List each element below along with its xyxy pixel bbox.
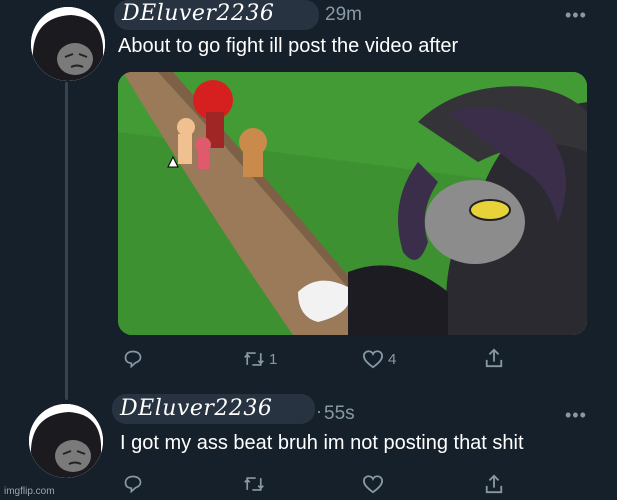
retweet-icon	[244, 352, 264, 366]
avatar[interactable]	[29, 404, 103, 478]
reply-icon	[124, 475, 142, 494]
tweet-text: About to go fight ill post the video aft…	[118, 35, 459, 57]
like-count: 4	[388, 350, 397, 368]
reply-icon	[124, 350, 142, 369]
share-icon	[485, 474, 503, 494]
tweet-image[interactable]	[118, 72, 587, 335]
separator-dot: ·	[316, 401, 322, 421]
reply-button[interactable]	[123, 349, 143, 369]
like-icon	[362, 350, 384, 369]
tweet-timestamp[interactable]: 29m	[325, 4, 362, 26]
retweet-icon	[244, 477, 264, 491]
reply-button[interactable]	[123, 474, 143, 494]
imgflip-watermark: imgflip.com	[4, 486, 55, 497]
like-button[interactable]	[362, 474, 384, 494]
share-icon	[485, 348, 503, 368]
retweet-count: 1	[269, 350, 278, 368]
retweet-button[interactable]: 1	[243, 349, 277, 369]
tweet-timestamp[interactable]: 55s	[324, 403, 355, 425]
user-handle[interactable]: DEluver2236	[120, 396, 272, 421]
retweet-button[interactable]	[243, 474, 265, 494]
like-button[interactable]: 4	[362, 349, 396, 369]
avatar[interactable]	[31, 7, 105, 81]
more-icon[interactable]: •••	[565, 5, 587, 26]
share-button[interactable]	[484, 347, 504, 369]
share-button[interactable]	[484, 473, 504, 495]
like-icon	[362, 475, 384, 494]
tweet-text: I got my ass beat bruh im not posting th…	[120, 432, 524, 454]
more-icon[interactable]: •••	[565, 405, 587, 426]
user-handle[interactable]: DEluver2236	[122, 1, 274, 26]
thread-connector-line	[65, 82, 68, 400]
